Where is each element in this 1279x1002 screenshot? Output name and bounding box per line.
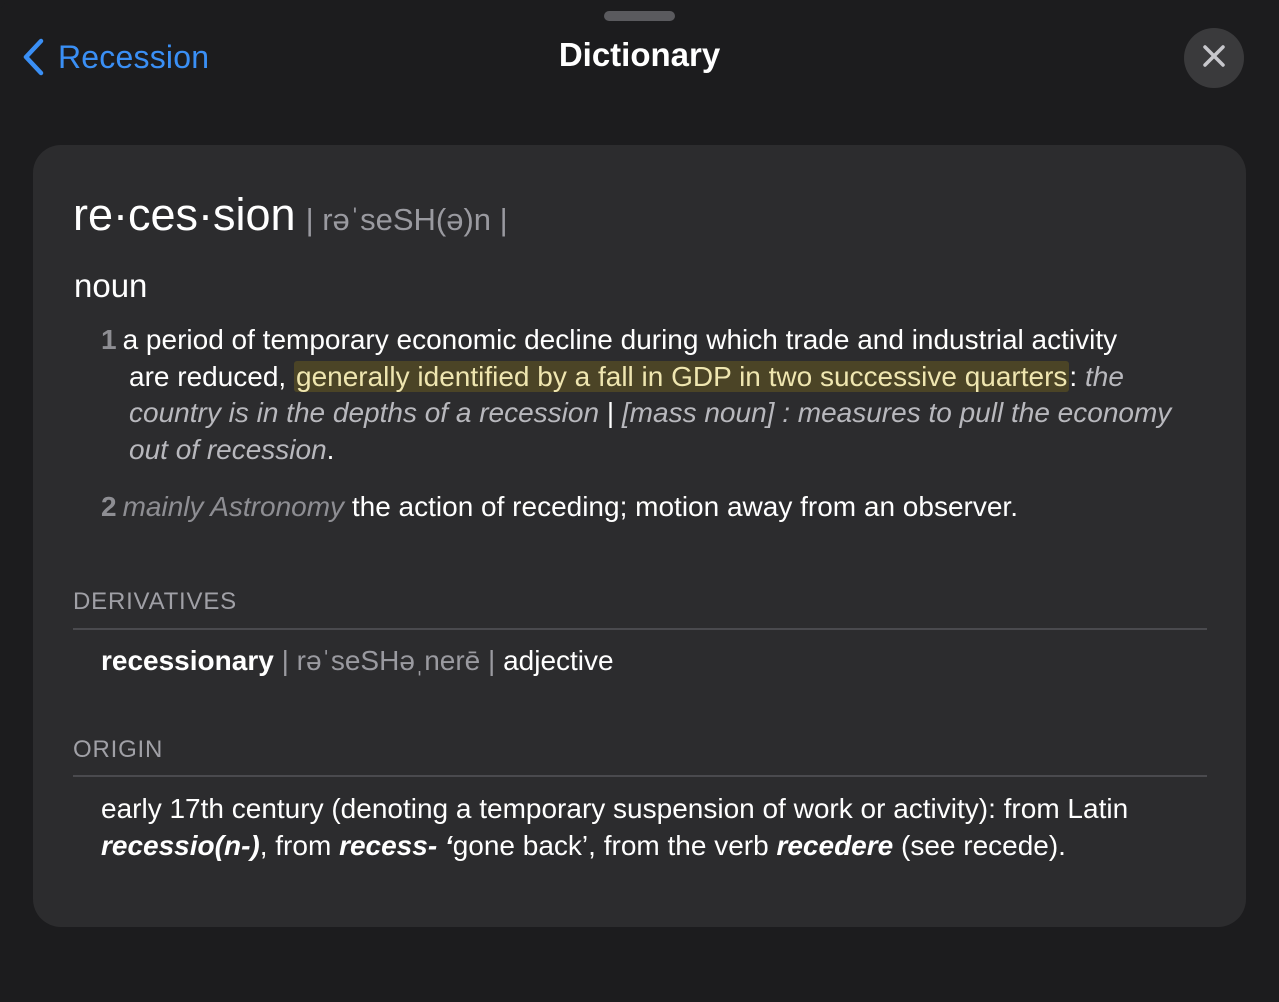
part-of-speech: noun bbox=[74, 267, 148, 304]
divider bbox=[73, 628, 1207, 630]
sense-1: 1a period of temporary economic decline … bbox=[101, 322, 1211, 468]
origin-heading: ORIGIN bbox=[73, 736, 164, 763]
sense-definition-cont: are reduced, bbox=[129, 360, 294, 392]
sense-number: 2 bbox=[101, 491, 117, 522]
derivative-entry: recessionary | rəˈseSHəˌnerē | adjective bbox=[101, 645, 614, 677]
derivative-word[interactable]: recessionary bbox=[101, 645, 274, 676]
close-button[interactable] bbox=[1184, 28, 1244, 88]
dictionary-sheet: Recession Dictionary re·ces·sion | rəˈseS… bbox=[0, 0, 1279, 1002]
example-separator: | bbox=[599, 397, 622, 428]
origin-part: , from the verb bbox=[588, 829, 777, 861]
origin-part[interactable]: (see recede). bbox=[893, 830, 1066, 861]
sense-definition: a period of temporary economic decline d… bbox=[122, 324, 1118, 355]
definition-card: re·ces·sion | rəˈseSH(ə)n | noun 1a perio… bbox=[33, 145, 1246, 927]
derivative-pos: adjective bbox=[503, 645, 614, 676]
origin-part: gone back bbox=[452, 829, 582, 861]
origin-part: , from bbox=[259, 829, 340, 861]
sense-number: 1 bbox=[101, 324, 117, 355]
pronunciation: | rəˈseSH(ə)n | bbox=[305, 202, 508, 237]
sense-definition: the action of receding; motion away from… bbox=[344, 491, 1018, 522]
headword-row: re·ces·sion | rəˈseSH(ə)n | bbox=[73, 189, 508, 241]
sense-end: . bbox=[326, 433, 335, 465]
sense-continuation: are reduced, generally identified by a f… bbox=[101, 359, 1211, 469]
sheet-grabber[interactable] bbox=[604, 11, 675, 21]
derivatives-heading: DERIVATIVES bbox=[73, 588, 237, 615]
origin-text: early 17th century (denoting a temporary… bbox=[101, 791, 1211, 864]
close-icon bbox=[1202, 44, 1226, 73]
origin-term: recess- ‘ bbox=[339, 829, 453, 861]
page-title: Dictionary bbox=[558, 36, 721, 73]
origin-part: early 17th century (denoting a temporary… bbox=[101, 793, 1129, 824]
divider bbox=[73, 775, 1207, 777]
derivative-pronunciation: | rəˈseSHəˌnerē | bbox=[273, 645, 504, 676]
sense-2: 2 mainly Astronomy the action of receding… bbox=[101, 489, 1211, 526]
highlighted-text[interactable]: generally identified by a fall in GDP in… bbox=[294, 360, 1070, 392]
headword: re·ces·sion bbox=[73, 189, 296, 240]
colon: : bbox=[1069, 360, 1085, 392]
origin-term: recessio(n-) bbox=[101, 829, 260, 861]
origin-term: recedere bbox=[776, 829, 894, 861]
sense-label: mainly Astronomy bbox=[122, 491, 345, 522]
